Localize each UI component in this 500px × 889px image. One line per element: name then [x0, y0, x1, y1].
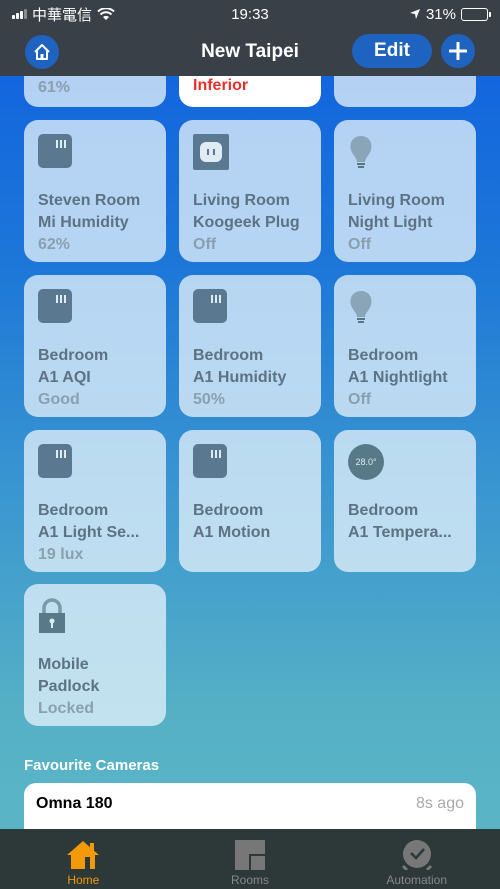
tile-room: Steven Room — [38, 192, 141, 209]
page-title: New Taipei — [201, 41, 299, 62]
signal-icon — [12, 9, 27, 19]
accessory-tile[interactable]: Steven Room Mi Humidity 62% — [24, 120, 166, 262]
tile-name: A1 Nightlight — [348, 369, 448, 386]
tile-name: A1 AQI — [38, 369, 91, 386]
tile-status: Off — [193, 236, 217, 253]
tile-room: Living Room — [348, 192, 445, 209]
accessory-tile[interactable]: Bedroom A1 Nightlight Off — [334, 275, 476, 417]
accessory-tile[interactable]: Bedroom A1 Motion — [179, 430, 321, 572]
sensor-icon — [193, 289, 227, 323]
home-icon — [34, 44, 50, 60]
bulb-icon — [350, 291, 372, 323]
tile-status: 62% — [38, 236, 71, 253]
accessory-tile[interactable]: 28.0° Bedroom A1 Tempera... — [334, 430, 476, 572]
automation-clock-icon — [401, 840, 432, 870]
tile-status: Off — [348, 391, 372, 408]
sensor-icon — [38, 444, 72, 478]
camera-name: Omna 180 — [36, 795, 113, 812]
location-arrow-icon — [409, 9, 420, 19]
tile-room: Mobile — [38, 656, 89, 673]
battery-icon — [461, 7, 491, 21]
tab-bar: Home Rooms Automation — [0, 829, 500, 889]
nav-bar: New Taipei Edit — [0, 28, 500, 76]
wifi-icon — [97, 7, 115, 20]
tab-home[interactable]: Home — [0, 829, 167, 889]
accessory-tile[interactable]: Living Room Koogeek Plug Off — [179, 120, 321, 262]
home-tab-icon — [67, 841, 100, 869]
tab-automation[interactable]: Automation — [333, 829, 500, 889]
edit-button[interactable]: Edit — [352, 34, 432, 68]
tab-label: Automation — [386, 873, 448, 887]
tile-room: Bedroom — [193, 347, 264, 364]
tile-room: Bedroom — [193, 502, 264, 519]
tab-rooms[interactable]: Rooms — [167, 829, 334, 889]
tile-status: Good — [38, 391, 80, 408]
lock-icon — [39, 598, 65, 633]
tile-room: Living Room — [193, 192, 290, 209]
accessory-tile[interactable]: Bedroom A1 AQI Good — [24, 275, 166, 417]
tile-room: Bedroom — [38, 502, 109, 519]
tile-status: Locked — [38, 700, 95, 717]
tile-name: Koogeek Plug — [193, 214, 300, 231]
tile-name: Night Light — [348, 214, 433, 231]
plug-icon — [193, 134, 229, 170]
accessory-tile[interactable]: Bedroom A1 Light Se... 19 lux — [24, 430, 166, 572]
section-title-cameras: Favourite Cameras — [24, 757, 160, 774]
battery-percent: 31% — [425, 5, 456, 23]
accessory-tile[interactable]: Mobile Padlock Locked — [24, 584, 166, 726]
tile-status-alert: Inferior — [193, 77, 249, 94]
plus-icon — [449, 42, 467, 60]
tile-status: 50% — [193, 391, 226, 408]
tile-name: A1 Motion — [193, 524, 271, 541]
add-button[interactable] — [441, 34, 475, 68]
tile-name: Mi Humidity — [38, 214, 129, 231]
sensor-icon — [38, 289, 72, 323]
tile-name: A1 Light Se... — [38, 524, 140, 541]
tile-room: Bedroom — [348, 347, 419, 364]
tile-name: Padlock — [38, 678, 100, 695]
thermometer-icon: 28.0° — [348, 444, 384, 480]
bulb-icon — [350, 136, 372, 168]
rooms-tab-icon — [235, 840, 265, 870]
carrier: 中華電信 — [32, 6, 93, 24]
camera-timestamp: 8s ago — [415, 795, 464, 812]
tile-room: Bedroom — [38, 347, 109, 364]
home-settings-button[interactable] — [25, 35, 59, 69]
tile-status: Off — [348, 236, 372, 253]
sensor-icon — [193, 444, 227, 478]
tile-status: 61% — [38, 79, 71, 96]
accessory-tile[interactable]: Living Room Night Light Off — [334, 120, 476, 262]
tile-room: Bedroom — [348, 502, 419, 519]
tab-label: Rooms — [231, 873, 270, 887]
tile-status: 19 lux — [38, 546, 84, 563]
tile-name: A1 Tempera... — [348, 524, 452, 541]
status-bar: 中華電信 19:33 31% — [0, 0, 500, 28]
accessory-tile[interactable]: Bedroom A1 Humidity 50% — [179, 275, 321, 417]
sensor-icon — [38, 134, 72, 168]
tile-name: A1 Humidity — [193, 369, 287, 386]
tab-label: Home — [67, 873, 100, 887]
